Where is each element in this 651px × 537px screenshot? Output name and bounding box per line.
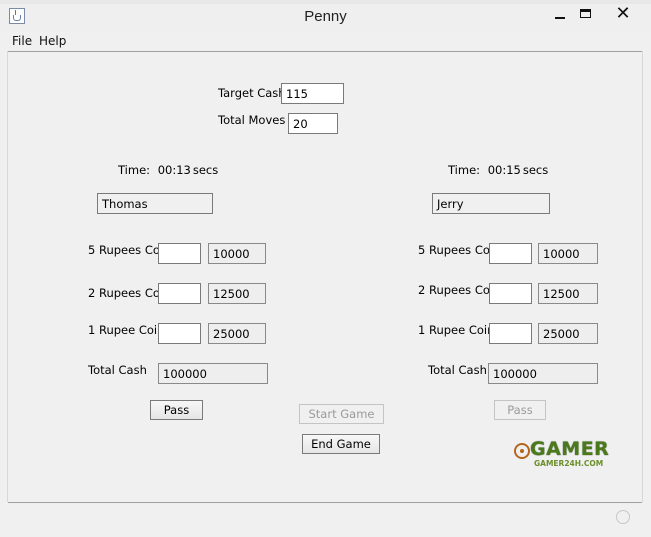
- player1-coin1-label: 1 Rupee Coin: [88, 323, 165, 337]
- minimize-button[interactable]: [546, 4, 574, 24]
- player1-pass-button[interactable]: Pass: [150, 400, 203, 420]
- frame-border-right: [642, 51, 643, 502]
- time-label: Time:: [118, 163, 151, 177]
- menu-bar: [8, 32, 642, 52]
- player1-coin1-input[interactable]: [158, 323, 201, 344]
- menu-help[interactable]: Help: [39, 34, 66, 48]
- end-game-button[interactable]: End Game: [302, 434, 380, 454]
- start-game-button[interactable]: Start Game: [299, 404, 384, 424]
- status-separator: [8, 502, 642, 503]
- player2-total-cash-field: 100000: [488, 363, 598, 384]
- player1-coin1-count: 25000: [208, 323, 266, 344]
- player2-coin2-count: 12500: [538, 283, 598, 304]
- crosshair-icon: [514, 443, 530, 459]
- close-icon: ✕: [615, 3, 631, 24]
- player1-total-cash-label: Total Cash: [88, 363, 147, 377]
- player1-coin2-count: 12500: [208, 283, 266, 304]
- busy-indicator-icon: [616, 510, 630, 524]
- time-unit: secs: [192, 163, 219, 177]
- maximize-button[interactable]: [572, 4, 600, 24]
- player1-coin5-count: 10000: [208, 243, 266, 264]
- time-label: Time:: [448, 163, 481, 177]
- player2-coin1-input[interactable]: [489, 323, 532, 344]
- close-button[interactable]: ✕: [606, 4, 640, 24]
- player2-time-label: Time: 00:15 secs: [448, 163, 548, 177]
- frame-border-left: [7, 51, 8, 502]
- player2-pass-button[interactable]: Pass: [494, 400, 546, 420]
- gamer-logo: GAMER GAMER24H.COM: [512, 436, 622, 472]
- total-moves-field[interactable]: 20: [288, 113, 338, 134]
- player1-coin2-input[interactable]: [158, 283, 201, 304]
- time-value: 00:15: [487, 163, 521, 177]
- player1-coin5-input[interactable]: [158, 243, 201, 264]
- logo-subtitle: GAMER24H.COM: [534, 459, 604, 468]
- player2-coin5-count: 10000: [538, 243, 598, 264]
- player2-coin1-label: 1 Rupee Coin: [418, 323, 495, 337]
- time-value: 00:13: [157, 163, 191, 177]
- player2-coin2-input[interactable]: [489, 283, 532, 304]
- player2-coin5-input[interactable]: [489, 243, 532, 264]
- player2-total-cash-label: Total Cash: [428, 363, 487, 377]
- target-cash-label: Target Cash: [218, 86, 286, 100]
- player1-total-cash-field: 100000: [158, 363, 268, 384]
- menu-file[interactable]: File: [12, 34, 32, 48]
- logo-word: GAMER: [530, 438, 610, 460]
- player2-name-field[interactable]: Jerry: [432, 193, 550, 214]
- player2-coin1-count: 25000: [538, 323, 598, 344]
- player1-name-field[interactable]: Thomas: [97, 193, 213, 214]
- total-moves-label: Total Moves: [218, 113, 286, 127]
- time-unit: secs: [522, 163, 549, 177]
- player1-time-label: Time: 00:13 secs: [118, 163, 218, 177]
- target-cash-field[interactable]: 115: [281, 83, 344, 104]
